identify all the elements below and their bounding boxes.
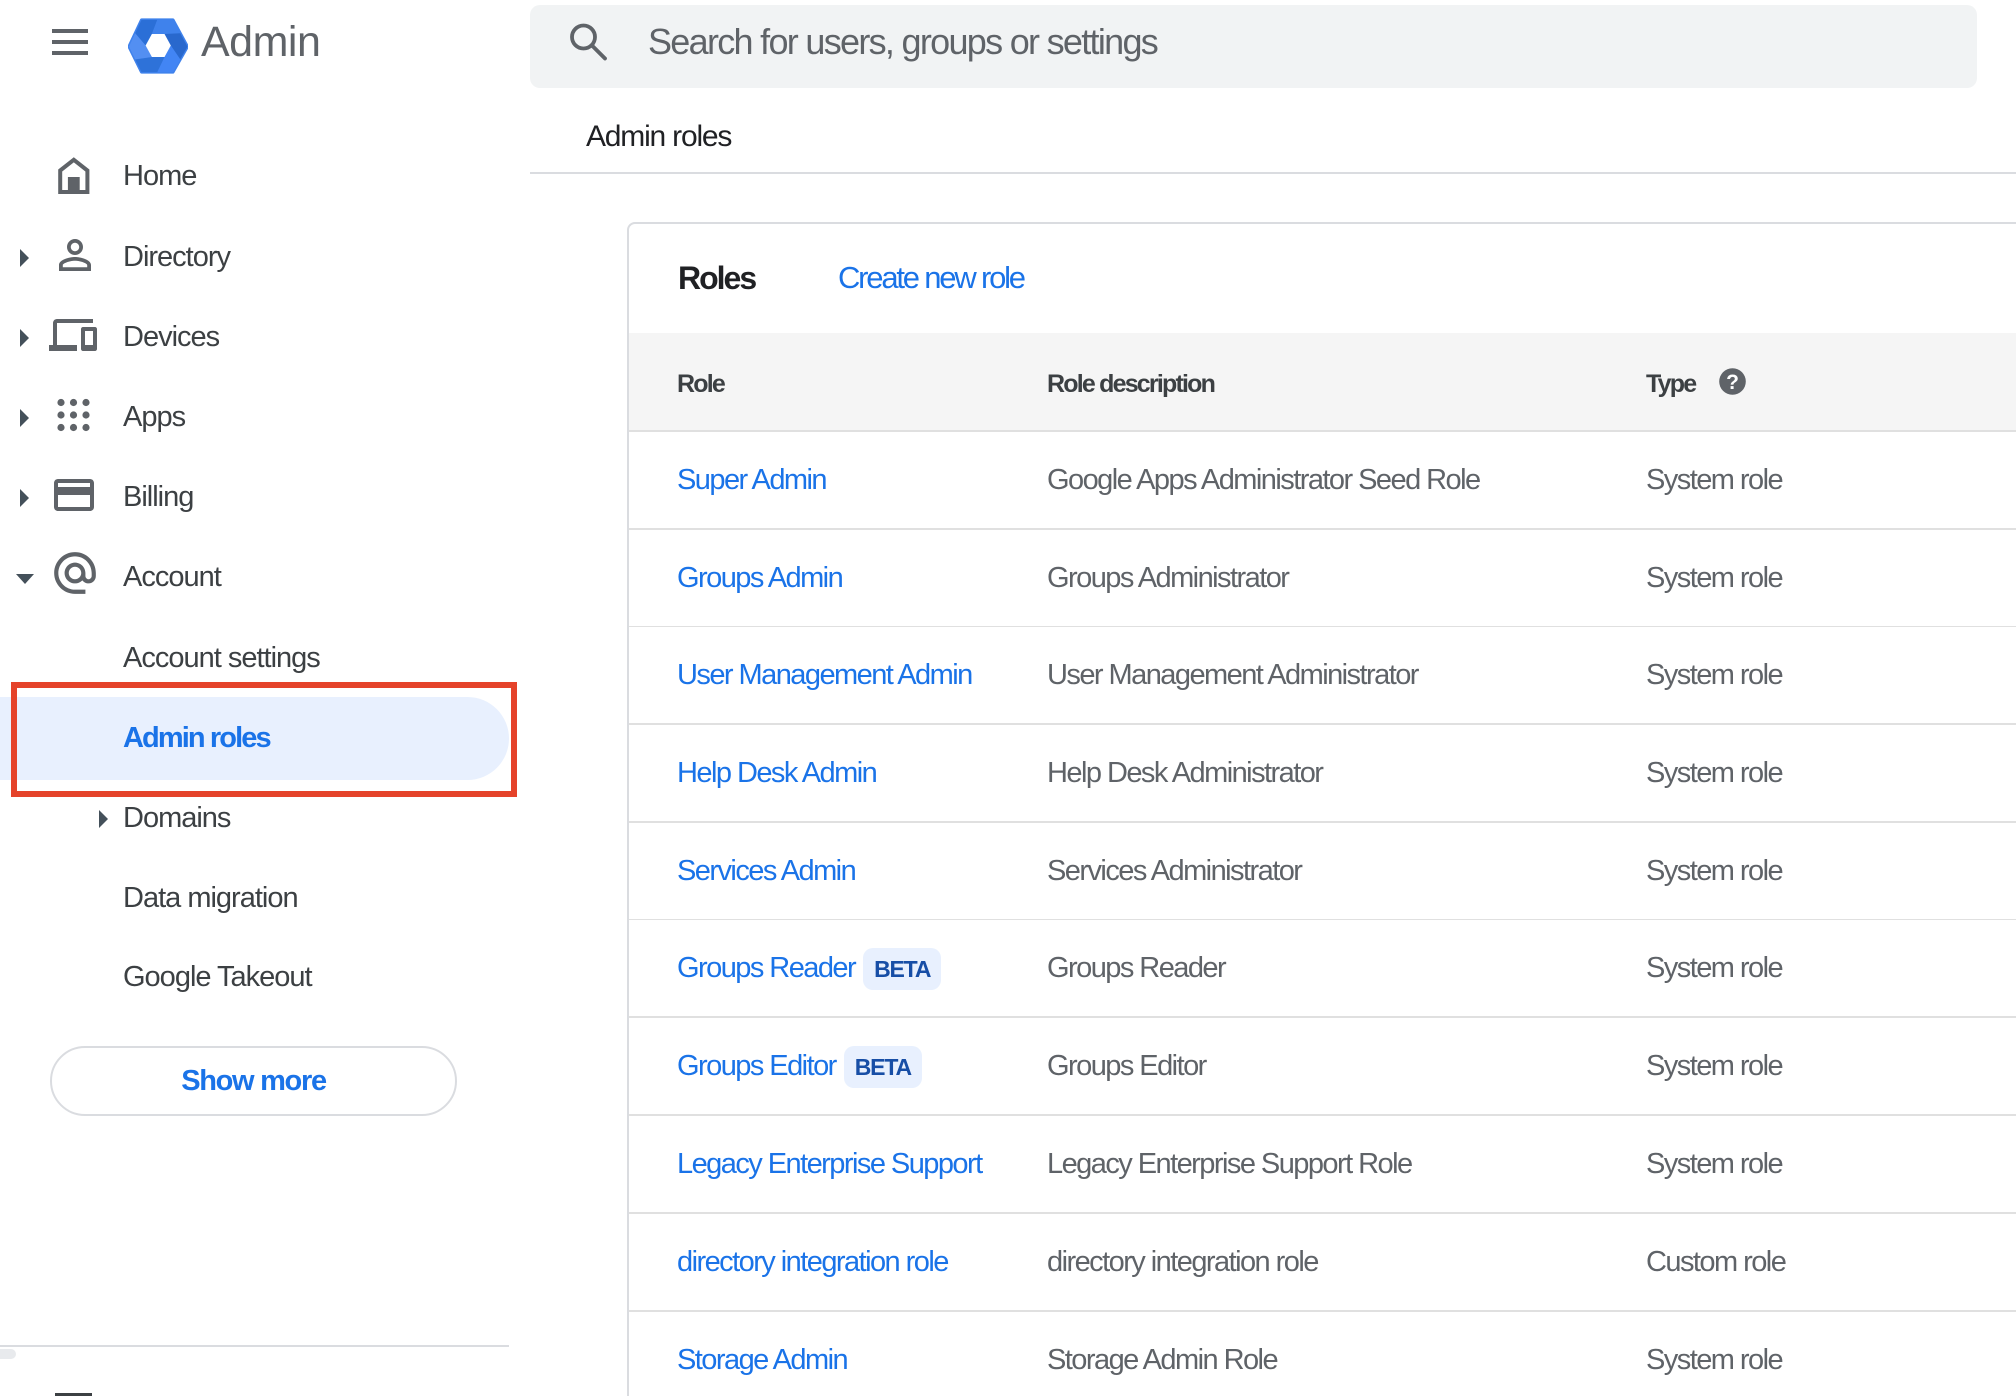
svg-text:?: ? [1726, 371, 1739, 394]
